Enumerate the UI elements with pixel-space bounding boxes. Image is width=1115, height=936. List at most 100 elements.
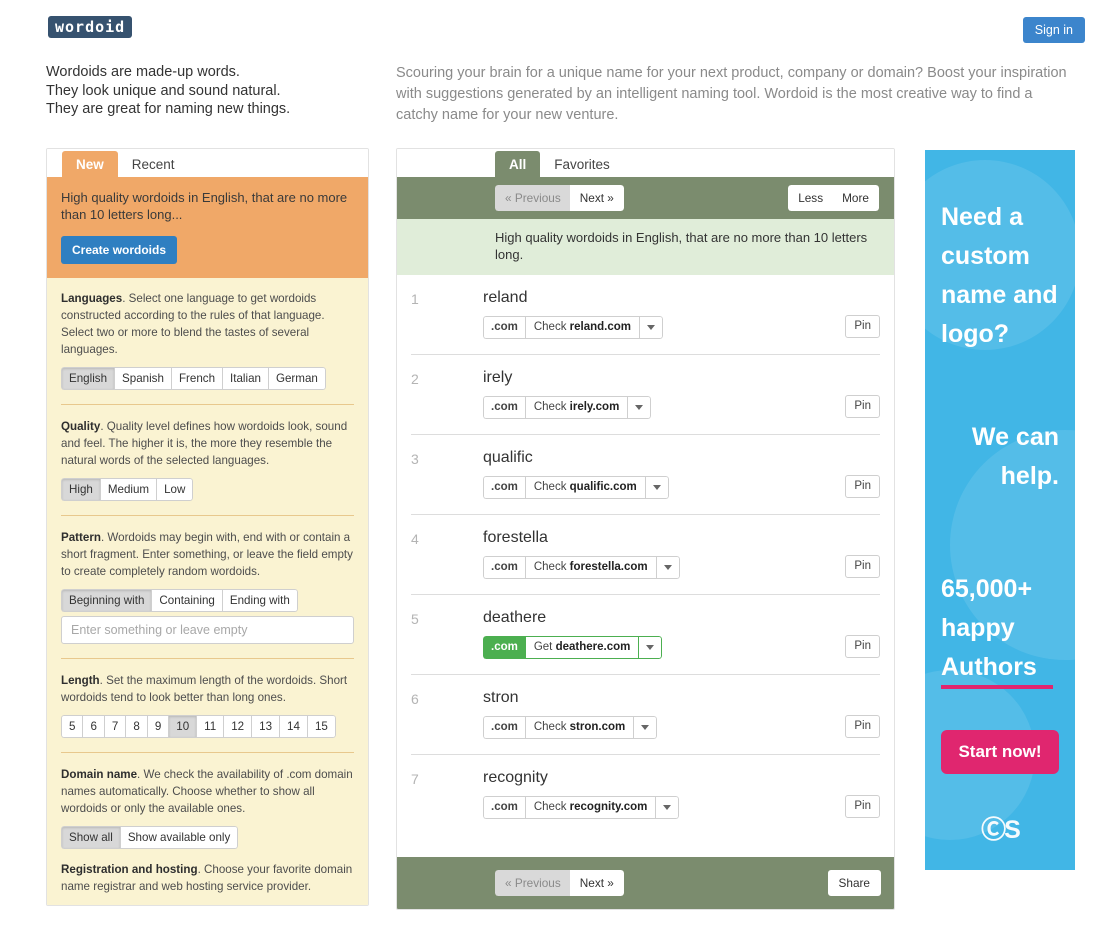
domain-action-group: .com Check qualific.com xyxy=(483,476,669,499)
get-domain-button[interactable]: Get deathere.com xyxy=(524,636,639,659)
row-body: forestella .com Check forestella.com xyxy=(483,529,880,579)
pattern-button-group: Beginning with Containing Ending with xyxy=(61,589,298,612)
pin-button[interactable]: Pin xyxy=(845,635,880,658)
length-option-8[interactable]: 8 xyxy=(125,715,147,738)
pattern-input[interactable] xyxy=(61,616,354,644)
intro-line-3: They are great for naming new things. xyxy=(46,101,291,117)
check-domain-button[interactable]: Check stron.com xyxy=(524,716,634,739)
domain-action-group: .com Check forestella.com xyxy=(483,556,680,579)
tld-badge[interactable]: .com xyxy=(483,396,525,419)
length-option-5[interactable]: 5 xyxy=(61,715,83,738)
check-domain-button[interactable]: Check irely.com xyxy=(524,396,628,419)
domain-button-group: Show all Show available only xyxy=(61,826,239,849)
domain-action-group: .com Check recognity.com xyxy=(483,796,680,819)
settings-panel: New Recent High quality wordoids in Engl… xyxy=(46,148,369,906)
chevron-down-icon[interactable] xyxy=(638,636,663,659)
wordoid-logo-icon[interactable]: wordoid xyxy=(48,16,133,38)
pin-button[interactable]: Pin xyxy=(845,795,880,818)
quality-option-low[interactable]: Low xyxy=(156,478,194,501)
results-footer: « Previous Next » Share xyxy=(397,857,894,909)
table-row: 3 qualific .com Check qualific.com Pin xyxy=(411,435,880,515)
length-option-6[interactable]: 6 xyxy=(82,715,104,738)
domain-option-show-available-only[interactable]: Show available only xyxy=(119,826,239,849)
check-domain-button[interactable]: Check forestella.com xyxy=(524,556,656,579)
language-option-german[interactable]: German xyxy=(267,367,326,390)
length-option-11[interactable]: 11 xyxy=(196,715,224,738)
check-domain-button[interactable]: Check recognity.com xyxy=(524,796,656,819)
tld-badge[interactable]: .com xyxy=(483,316,525,339)
row-body: reland .com Check reland.com xyxy=(483,289,880,339)
quality-option-medium[interactable]: Medium xyxy=(99,478,157,501)
tab-new[interactable]: New xyxy=(62,151,118,177)
table-row: 6 stron .com Check stron.com Pin xyxy=(411,675,880,755)
settings-summary: High quality wordoids in English, that a… xyxy=(47,177,368,278)
tab-favorites[interactable]: Favorites xyxy=(540,151,624,177)
quality-option-high[interactable]: High xyxy=(61,478,100,501)
pattern-title: Pattern xyxy=(61,531,101,544)
tab-recent[interactable]: Recent xyxy=(118,151,189,177)
logo-text: wordoid xyxy=(55,18,126,36)
row-body: recognity .com Check recognity.com xyxy=(483,769,880,819)
tld-badge[interactable]: .com xyxy=(483,796,525,819)
language-option-english[interactable]: English xyxy=(61,367,115,390)
less-button[interactable]: Less xyxy=(788,185,833,211)
registration-description: Registration and hosting. Choose your fa… xyxy=(61,861,354,895)
pin-button[interactable]: Pin xyxy=(845,715,880,738)
row-body: stron .com Check stron.com xyxy=(483,689,880,739)
chevron-down-icon[interactable] xyxy=(633,716,658,739)
share-button[interactable]: Share xyxy=(827,870,881,896)
pattern-description: Pattern. Wordoids may begin with, end wi… xyxy=(61,529,354,580)
divider-4 xyxy=(61,752,354,753)
ad-start-now-button[interactable]: Start now! xyxy=(941,730,1059,774)
chevron-down-icon[interactable] xyxy=(655,556,680,579)
pagination-group-bottom: « Previous Next » xyxy=(495,870,624,896)
pagination-group-top: « Previous Next » xyxy=(495,185,624,211)
row-number: 6 xyxy=(411,691,419,707)
language-option-italian[interactable]: Italian xyxy=(222,367,268,390)
length-option-14[interactable]: 14 xyxy=(279,715,307,738)
chevron-down-icon[interactable] xyxy=(644,476,669,499)
pin-button[interactable]: Pin xyxy=(845,315,880,338)
language-option-spanish[interactable]: Spanish xyxy=(114,367,171,390)
tab-all[interactable]: All xyxy=(495,151,541,177)
tld-badge[interactable]: .com xyxy=(483,716,525,739)
length-option-12[interactable]: 12 xyxy=(223,715,252,738)
length-title: Length xyxy=(61,674,100,687)
pin-button[interactable]: Pin xyxy=(845,395,880,418)
pattern-option-containing[interactable]: Containing xyxy=(151,589,222,612)
check-domain-button[interactable]: Check qualific.com xyxy=(524,476,645,499)
chevron-down-icon[interactable] xyxy=(655,796,680,819)
domain-description: Domain name. We check the availability o… xyxy=(61,766,354,817)
next-button-top[interactable]: Next » xyxy=(569,185,624,211)
tld-badge[interactable]: .com xyxy=(483,476,525,499)
domain-option-show-all[interactable]: Show all xyxy=(61,826,120,849)
pin-button[interactable]: Pin xyxy=(845,475,880,498)
length-option-9[interactable]: 9 xyxy=(146,715,169,738)
sign-in-button[interactable]: Sign in xyxy=(1022,17,1085,43)
previous-button-top[interactable]: « Previous xyxy=(495,185,570,211)
language-option-french[interactable]: French xyxy=(170,367,223,390)
results-toolbar: « Previous Next » Less More xyxy=(397,177,894,219)
previous-button-bottom[interactable]: « Previous xyxy=(495,870,570,896)
tld-badge-available[interactable]: .com xyxy=(483,636,525,659)
chevron-down-icon[interactable] xyxy=(639,316,664,339)
advertisement-panel[interactable]: Need a custom name and logo? We can help… xyxy=(925,150,1075,870)
next-button-bottom[interactable]: Next » xyxy=(569,870,624,896)
length-option-10[interactable]: 10 xyxy=(168,715,197,738)
check-domain-button[interactable]: Check reland.com xyxy=(524,316,640,339)
length-option-13[interactable]: 13 xyxy=(251,715,280,738)
wordoid-name: forestella xyxy=(483,529,548,546)
registrar-select[interactable]: GoDaddy xyxy=(61,905,354,906)
length-option-7[interactable]: 7 xyxy=(103,715,126,738)
pattern-option-beginning-with[interactable]: Beginning with xyxy=(61,589,152,612)
pattern-option-ending-with[interactable]: Ending with xyxy=(221,589,298,612)
results-panel: All Favorites « Previous Next » Less Mor… xyxy=(396,148,895,910)
length-option-15[interactable]: 15 xyxy=(306,715,336,738)
languages-button-group: English Spanish French Italian German xyxy=(61,367,326,390)
chevron-down-icon[interactable] xyxy=(627,396,652,419)
create-wordoids-button[interactable]: Create wordoids xyxy=(61,236,178,264)
divider-3 xyxy=(61,658,354,659)
more-button[interactable]: More xyxy=(832,185,879,211)
tld-badge[interactable]: .com xyxy=(483,556,525,579)
pin-button[interactable]: Pin xyxy=(845,555,880,578)
